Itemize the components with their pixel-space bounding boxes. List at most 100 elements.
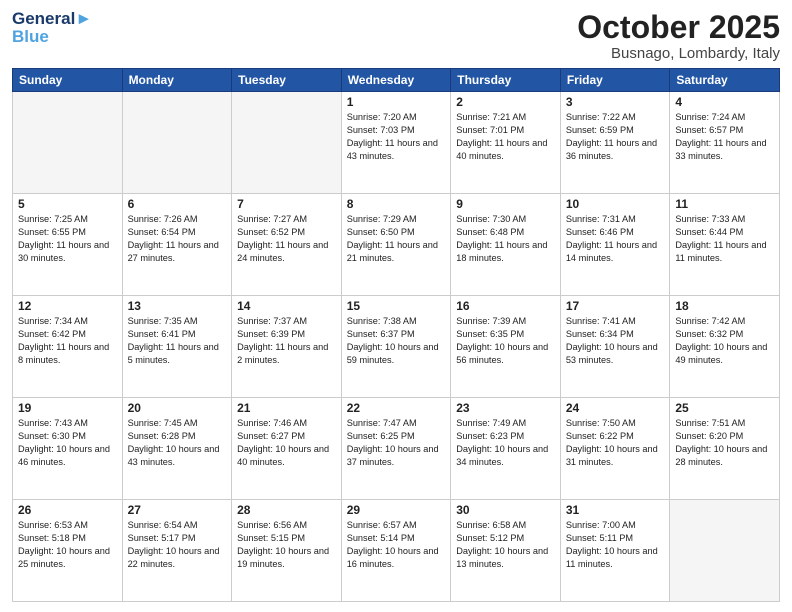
header-tuesday: Tuesday <box>232 69 342 92</box>
table-row: 23 Sunrise: 7:49 AM Sunset: 6:23 PM Dayli… <box>451 398 561 500</box>
table-row: 18Sunrise: 7:42 AM Sunset: 6:32 PM Dayli… <box>670 296 780 398</box>
table-row: 2 Sunrise: 7:21 AM Sunset: 7:01 PM Daylig… <box>451 92 561 194</box>
cell-info: Sunrise: 7:37 AM Sunset: 6:39 PM Dayligh… <box>237 315 336 367</box>
header: General► Blue October 2025 Busnago, Lomb… <box>12 10 780 62</box>
table-row: 31 Sunrise: 7:00 AM Sunset: 5:11 PM Dayli… <box>560 500 670 602</box>
table-row: 25 Sunrise: 7:51 AM Sunset: 6:20 PM Dayli… <box>670 398 780 500</box>
cell-info: Sunrise: 7:45 AM Sunset: 6:28 PM Dayligh… <box>128 417 227 469</box>
cell-info: Sunrise: 7:38 AM Sunset: 6:37 PM Dayligh… <box>347 315 446 367</box>
calendar-body: 1Sunrise: 7:20 AM Sunset: 7:03 PM Daylig… <box>13 92 780 602</box>
day-number: 13 <box>128 299 227 313</box>
cell-info: Sunrise: 7:42 AM Sunset: 6:32 PM Dayligh… <box>675 315 774 367</box>
cell-info: Sunrise: 7:21 AM Sunset: 7:01 PM Dayligh… <box>456 111 555 163</box>
cell-info: Sunrise: 6:57 AM Sunset: 5:14 PM Dayligh… <box>347 519 446 571</box>
cell-info: Sunrise: 7:43 AM Sunset: 6:30 PM Dayligh… <box>18 417 117 469</box>
cell-info: Sunrise: 6:54 AM Sunset: 5:17 PM Dayligh… <box>128 519 227 571</box>
day-number: 22 <box>347 401 446 415</box>
table-row: 27 Sunrise: 6:54 AM Sunset: 5:17 PM Dayli… <box>122 500 232 602</box>
day-number: 5 <box>18 197 117 211</box>
cell-info: Sunrise: 6:53 AM Sunset: 5:18 PM Dayligh… <box>18 519 117 571</box>
cell-info: Sunrise: 6:58 AM Sunset: 5:12 PM Dayligh… <box>456 519 555 571</box>
day-number: 9 <box>456 197 555 211</box>
day-number: 23 <box>456 401 555 415</box>
table-row <box>670 500 780 602</box>
day-number: 28 <box>237 503 336 517</box>
cell-info: Sunrise: 7:34 AM Sunset: 6:42 PM Dayligh… <box>18 315 117 367</box>
cell-info: Sunrise: 7:26 AM Sunset: 6:54 PM Dayligh… <box>128 213 227 265</box>
table-row: 1Sunrise: 7:20 AM Sunset: 7:03 PM Daylig… <box>341 92 451 194</box>
table-row: 28Sunrise: 6:56 AM Sunset: 5:15 PM Dayli… <box>232 500 342 602</box>
table-row: 8Sunrise: 7:29 AM Sunset: 6:50 PM Daylig… <box>341 194 451 296</box>
month-title: October 2025 <box>577 10 780 45</box>
table-row: 9 Sunrise: 7:30 AM Sunset: 6:48 PM Daylig… <box>451 194 561 296</box>
header-sunday: Sunday <box>13 69 123 92</box>
table-row: 3Sunrise: 7:22 AM Sunset: 6:59 PM Daylig… <box>560 92 670 194</box>
table-row: 15 Sunrise: 7:38 AM Sunset: 6:37 PM Dayli… <box>341 296 451 398</box>
table-row: 26 Sunrise: 6:53 AM Sunset: 5:18 PM Dayli… <box>13 500 123 602</box>
calendar-week-row: 5 Sunrise: 7:25 AM Sunset: 6:55 PM Daylig… <box>13 194 780 296</box>
cell-info: Sunrise: 7:27 AM Sunset: 6:52 PM Dayligh… <box>237 213 336 265</box>
header-thursday: Thursday <box>451 69 561 92</box>
table-row: 19Sunrise: 7:43 AM Sunset: 6:30 PM Dayli… <box>13 398 123 500</box>
table-row: 14Sunrise: 7:37 AM Sunset: 6:39 PM Dayli… <box>232 296 342 398</box>
day-number: 4 <box>675 95 774 109</box>
location: Busnago, Lombardy, Italy <box>577 45 780 62</box>
cell-info: Sunrise: 7:35 AM Sunset: 6:41 PM Dayligh… <box>128 315 227 367</box>
table-row: 17Sunrise: 7:41 AM Sunset: 6:34 PM Dayli… <box>560 296 670 398</box>
cell-info: Sunrise: 7:31 AM Sunset: 6:46 PM Dayligh… <box>566 213 665 265</box>
table-row: 13 Sunrise: 7:35 AM Sunset: 6:41 PM Dayli… <box>122 296 232 398</box>
calendar-table: Sunday Monday Tuesday Wednesday Thursday… <box>12 68 780 602</box>
day-number: 17 <box>566 299 665 313</box>
header-saturday: Saturday <box>670 69 780 92</box>
cell-info: Sunrise: 7:24 AM Sunset: 6:57 PM Dayligh… <box>675 111 774 163</box>
day-number: 25 <box>675 401 774 415</box>
day-number: 24 <box>566 401 665 415</box>
table-row: 6 Sunrise: 7:26 AM Sunset: 6:54 PM Daylig… <box>122 194 232 296</box>
day-number: 29 <box>347 503 446 517</box>
table-row: 4 Sunrise: 7:24 AM Sunset: 6:57 PM Daylig… <box>670 92 780 194</box>
day-number: 6 <box>128 197 227 211</box>
table-row: 20 Sunrise: 7:45 AM Sunset: 6:28 PM Dayli… <box>122 398 232 500</box>
cell-info: Sunrise: 7:00 AM Sunset: 5:11 PM Dayligh… <box>566 519 665 571</box>
day-number: 11 <box>675 197 774 211</box>
cell-info: Sunrise: 7:25 AM Sunset: 6:55 PM Dayligh… <box>18 213 117 265</box>
table-row <box>232 92 342 194</box>
table-row: 12 Sunrise: 7:34 AM Sunset: 6:42 PM Dayli… <box>13 296 123 398</box>
cell-info: Sunrise: 7:20 AM Sunset: 7:03 PM Dayligh… <box>347 111 446 163</box>
table-row: 7Sunrise: 7:27 AM Sunset: 6:52 PM Daylig… <box>232 194 342 296</box>
cell-info: Sunrise: 7:51 AM Sunset: 6:20 PM Dayligh… <box>675 417 774 469</box>
day-number: 20 <box>128 401 227 415</box>
cell-info: Sunrise: 7:49 AM Sunset: 6:23 PM Dayligh… <box>456 417 555 469</box>
day-number: 10 <box>566 197 665 211</box>
calendar-week-row: 12 Sunrise: 7:34 AM Sunset: 6:42 PM Dayli… <box>13 296 780 398</box>
cell-info: Sunrise: 7:30 AM Sunset: 6:48 PM Dayligh… <box>456 213 555 265</box>
table-row: 16Sunrise: 7:39 AM Sunset: 6:35 PM Dayli… <box>451 296 561 398</box>
day-number: 15 <box>347 299 446 313</box>
day-number: 31 <box>566 503 665 517</box>
day-number: 30 <box>456 503 555 517</box>
cell-info: Sunrise: 7:50 AM Sunset: 6:22 PM Dayligh… <box>566 417 665 469</box>
logo: General► Blue <box>12 10 92 46</box>
header-friday: Friday <box>560 69 670 92</box>
calendar-week-row: 26 Sunrise: 6:53 AM Sunset: 5:18 PM Dayli… <box>13 500 780 602</box>
header-wednesday: Wednesday <box>341 69 451 92</box>
table-row <box>122 92 232 194</box>
calendar-header-row: Sunday Monday Tuesday Wednesday Thursday… <box>13 69 780 92</box>
calendar-week-row: 19Sunrise: 7:43 AM Sunset: 6:30 PM Dayli… <box>13 398 780 500</box>
logo-general: General► <box>12 10 92 28</box>
day-number: 12 <box>18 299 117 313</box>
table-row: 11Sunrise: 7:33 AM Sunset: 6:44 PM Dayli… <box>670 194 780 296</box>
table-row: 29 Sunrise: 6:57 AM Sunset: 5:14 PM Dayli… <box>341 500 451 602</box>
day-number: 27 <box>128 503 227 517</box>
table-row: 22Sunrise: 7:47 AM Sunset: 6:25 PM Dayli… <box>341 398 451 500</box>
day-number: 2 <box>456 95 555 109</box>
day-number: 26 <box>18 503 117 517</box>
header-monday: Monday <box>122 69 232 92</box>
page: General► Blue October 2025 Busnago, Lomb… <box>0 0 792 612</box>
table-row: 24 Sunrise: 7:50 AM Sunset: 6:22 PM Dayli… <box>560 398 670 500</box>
day-number: 8 <box>347 197 446 211</box>
table-row <box>13 92 123 194</box>
table-row: 30 Sunrise: 6:58 AM Sunset: 5:12 PM Dayli… <box>451 500 561 602</box>
cell-info: Sunrise: 7:46 AM Sunset: 6:27 PM Dayligh… <box>237 417 336 469</box>
day-number: 16 <box>456 299 555 313</box>
